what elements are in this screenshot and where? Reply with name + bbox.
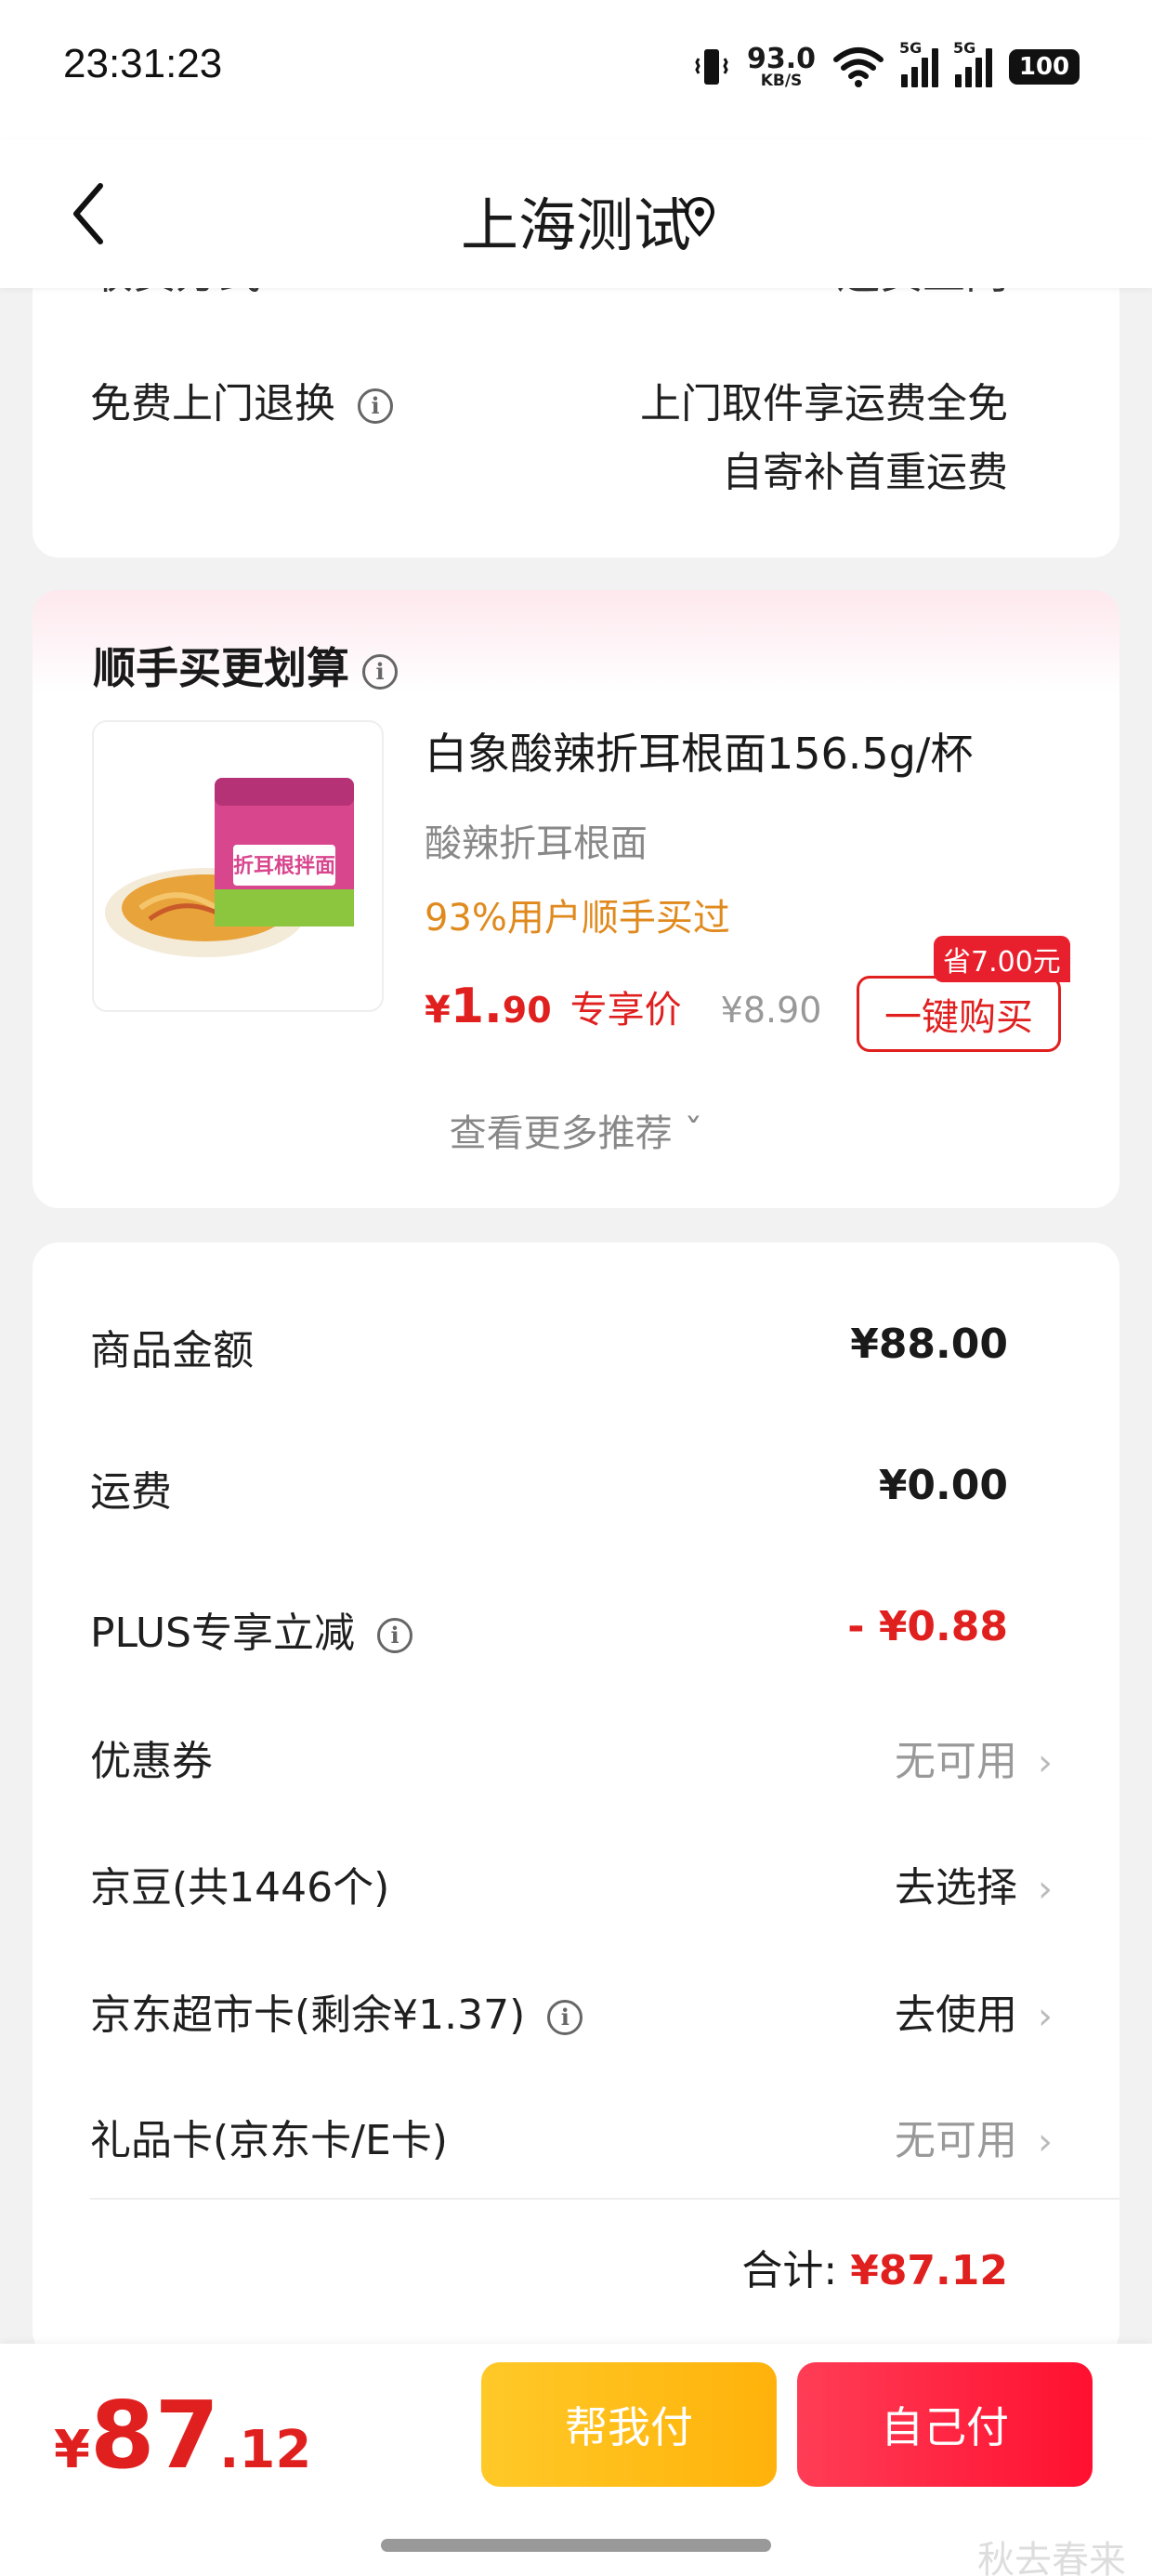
watermark: 秋去春来 xyxy=(977,2539,1126,2576)
price-integer: 1. xyxy=(450,979,503,1034)
more-recommendations-link[interactable]: 查看更多推荐 ˇ xyxy=(33,1103,1119,1157)
product-image[interactable]: 折耳根拌面 xyxy=(92,720,384,1012)
free-return-line2: 自寄补首重运费 xyxy=(722,449,1008,496)
bottom-total-price: ¥87.12 xyxy=(54,2381,311,2490)
supermarket-card-label: 京东超市卡(剩余¥1.37) xyxy=(90,1991,526,2039)
wifi-icon xyxy=(833,47,884,87)
location-pin-icon[interactable] xyxy=(683,195,716,238)
plus-discount-row: PLUS专享立减 i xyxy=(90,1599,412,1659)
home-indicator[interactable] xyxy=(381,2539,771,2552)
net-speed: 93.0 KB/S xyxy=(746,42,816,90)
chevron-right-icon: › xyxy=(1038,1995,1053,2038)
signal-2-tag: 5G xyxy=(953,39,976,57)
supermarket-card-row: 京东超市卡(剩余¥1.37) i xyxy=(90,1981,583,2041)
free-return-line1: 上门取件享运费全免 xyxy=(640,380,1008,427)
signal-1-tag: 5G xyxy=(899,39,923,57)
total-label: 合计: xyxy=(741,2247,838,2294)
free-return-label: 免费上门退换 xyxy=(90,380,335,427)
jd-beans-label: 京豆(共1446个) xyxy=(90,1864,390,1912)
delivery-card: 收货方式 送货上门 免费上门退换i 上门取件享运费全免 自寄补首重运费 xyxy=(33,248,1119,558)
package-text: 折耳根拌面 xyxy=(233,855,335,878)
bottom-decimal: .12 xyxy=(219,2420,312,2480)
goods-amount-label: 商品金额 xyxy=(90,1327,254,1374)
product-name[interactable]: 白象酸辣折耳根面156.5g/杯 xyxy=(425,720,973,782)
status-bar: 23:31:23 93.0 KB/S 5G 5G 100 xyxy=(0,0,1152,139)
shipping-value: ¥0.00 xyxy=(878,1462,1008,1509)
status-time: 23:31:23 xyxy=(63,41,223,86)
price-decimal: 90 xyxy=(502,990,552,1031)
coupon-value: 无可用 xyxy=(895,1738,1017,1785)
divider xyxy=(90,2198,1119,2200)
chevron-right-icon: › xyxy=(1038,2121,1053,2163)
gift-card-value: 无可用 xyxy=(895,2117,1017,2164)
page-title[interactable]: 上海测试 xyxy=(0,178,1152,262)
plus-discount-value: - ¥0.88 xyxy=(847,1603,1008,1650)
supermarket-card-row-action[interactable]: 去使用 › xyxy=(895,1981,1053,2041)
product-price-row: ¥1.90 专享价 ¥8.90 xyxy=(425,979,821,1034)
gift-card-row-action[interactable]: 无可用 › xyxy=(895,2107,1053,2166)
status-icons: 93.0 KB/S 5G 5G 100 xyxy=(693,39,1080,93)
net-speed-unit: KB/S xyxy=(760,71,803,90)
shipping-label: 运费 xyxy=(90,1468,172,1516)
price-summary-card: 商品金额 ¥88.00 运费 ¥0.00 PLUS专享立减 i - ¥0.88 优… xyxy=(33,1242,1119,2358)
page-header: 上海测试 xyxy=(0,139,1152,288)
coupon-label: 优惠券 xyxy=(90,1738,213,1785)
info-icon[interactable]: i xyxy=(362,653,398,690)
exclusive-label: 专享价 xyxy=(569,989,682,1032)
product-price: ¥1.90 xyxy=(425,979,552,1034)
bottom-integer: 87 xyxy=(89,2381,220,2490)
battery-level: 100 xyxy=(1018,53,1070,81)
jd-beans-value: 去选择 xyxy=(895,1864,1017,1912)
signal-1-icon: 5G xyxy=(899,39,938,87)
product-spec: 酸辣折耳根面 xyxy=(425,822,648,865)
chevron-right-icon: › xyxy=(1038,1741,1053,1784)
price-currency: ¥ xyxy=(425,989,451,1032)
help-me-pay-button[interactable]: 帮我付 xyxy=(481,2362,777,2487)
chevron-right-icon: › xyxy=(1038,1868,1053,1911)
vibrate-icon xyxy=(695,49,728,85)
goods-amount-value: ¥88.00 xyxy=(850,1321,1008,1368)
recommend-title: 顺手买更划算 xyxy=(93,643,349,693)
info-icon[interactable]: i xyxy=(547,2000,583,2035)
gift-card-label: 礼品卡(京东卡/E卡) xyxy=(90,2117,448,2164)
product-tag: 93%用户顺手买过 xyxy=(425,897,730,940)
noodle-cup-icon: 折耳根拌面 xyxy=(105,778,354,957)
info-icon[interactable]: i xyxy=(377,1618,412,1653)
recommend-title-row: 顺手买更划算 i xyxy=(93,635,398,696)
info-icon[interactable]: i xyxy=(358,388,393,424)
recommend-card: 顺手买更划算 i 折耳根拌面 白象酸辣折耳根面156.5g/杯 酸辣折耳根面 93… xyxy=(33,590,1119,1208)
supermarket-card-value: 去使用 xyxy=(895,1991,1017,2039)
net-speed-value: 93.0 xyxy=(746,42,816,75)
free-return-row: 免费上门退换 i xyxy=(90,370,393,429)
bottom-currency: ¥ xyxy=(54,2420,90,2480)
battery-icon: 100 xyxy=(1009,49,1080,85)
total-value: ¥87.12 xyxy=(850,2247,1008,2294)
one-click-buy-button[interactable]: 一键购买 xyxy=(857,976,1061,1052)
save-badge: 省7.00元 xyxy=(934,936,1070,982)
coupon-row-action[interactable]: 无可用 › xyxy=(895,1728,1053,1787)
signal-2-icon: 5G xyxy=(953,39,992,87)
jd-beans-row-action[interactable]: 去选择 › xyxy=(895,1854,1053,1913)
original-price: ¥8.90 xyxy=(720,990,822,1031)
total-row: 合计: ¥87.12 xyxy=(741,2237,1008,2296)
checkout-bar: ¥87.12 帮我付 自己付 秋去春来 xyxy=(0,2344,1152,2576)
plus-discount-label: PLUS专享立减 xyxy=(90,1610,355,1657)
pay-myself-button[interactable]: 自己付 xyxy=(797,2362,1093,2487)
